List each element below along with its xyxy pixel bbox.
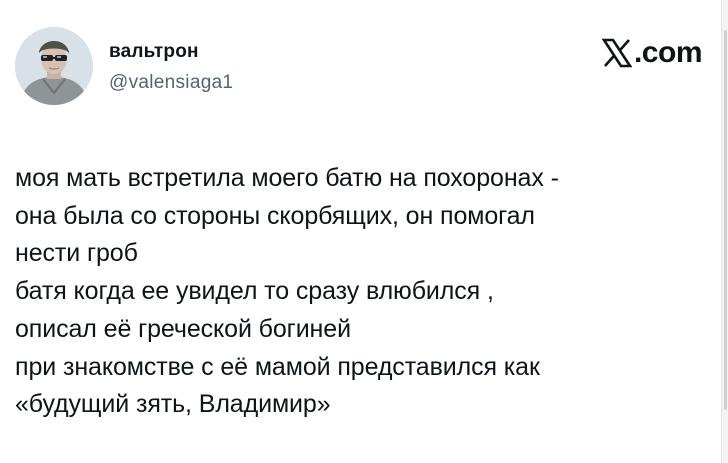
tweet-line: описал её греческой богиней: [15, 314, 351, 343]
avatar[interactable]: [15, 27, 93, 105]
x-com-logo: .com: [601, 35, 703, 71]
tweet-line: моя мать встретила моего батю на похорон…: [15, 164, 559, 192]
author-handle[interactable]: @valensiaga1: [109, 72, 233, 94]
tweet-line: при знакомстве с её мамой представился к…: [15, 352, 540, 381]
tweet-text: моя мать встретила моего батю на похорон…: [15, 160, 715, 424]
scrollbar-thumb[interactable]: [724, 30, 727, 410]
tweet-line: «будущий зять, Владимир»: [15, 390, 331, 419]
author-display-name[interactable]: вальтрон: [109, 41, 199, 63]
tweet-line: она была со стороны скорбящих, он помога…: [15, 201, 535, 230]
tweet-line: нести гроб: [15, 239, 138, 268]
brand-suffix: .com: [633, 36, 703, 69]
scrollbar[interactable]: [721, 0, 728, 463]
tweet-screenshot-card: вальтрон @valensiaga1 .com моя мать встр…: [0, 0, 728, 463]
tweet-line: батя когда ее увидел то сразу влюбился ,: [15, 277, 494, 306]
x-logo-icon: [601, 38, 632, 68]
avatar-photo-icon: [15, 27, 93, 105]
